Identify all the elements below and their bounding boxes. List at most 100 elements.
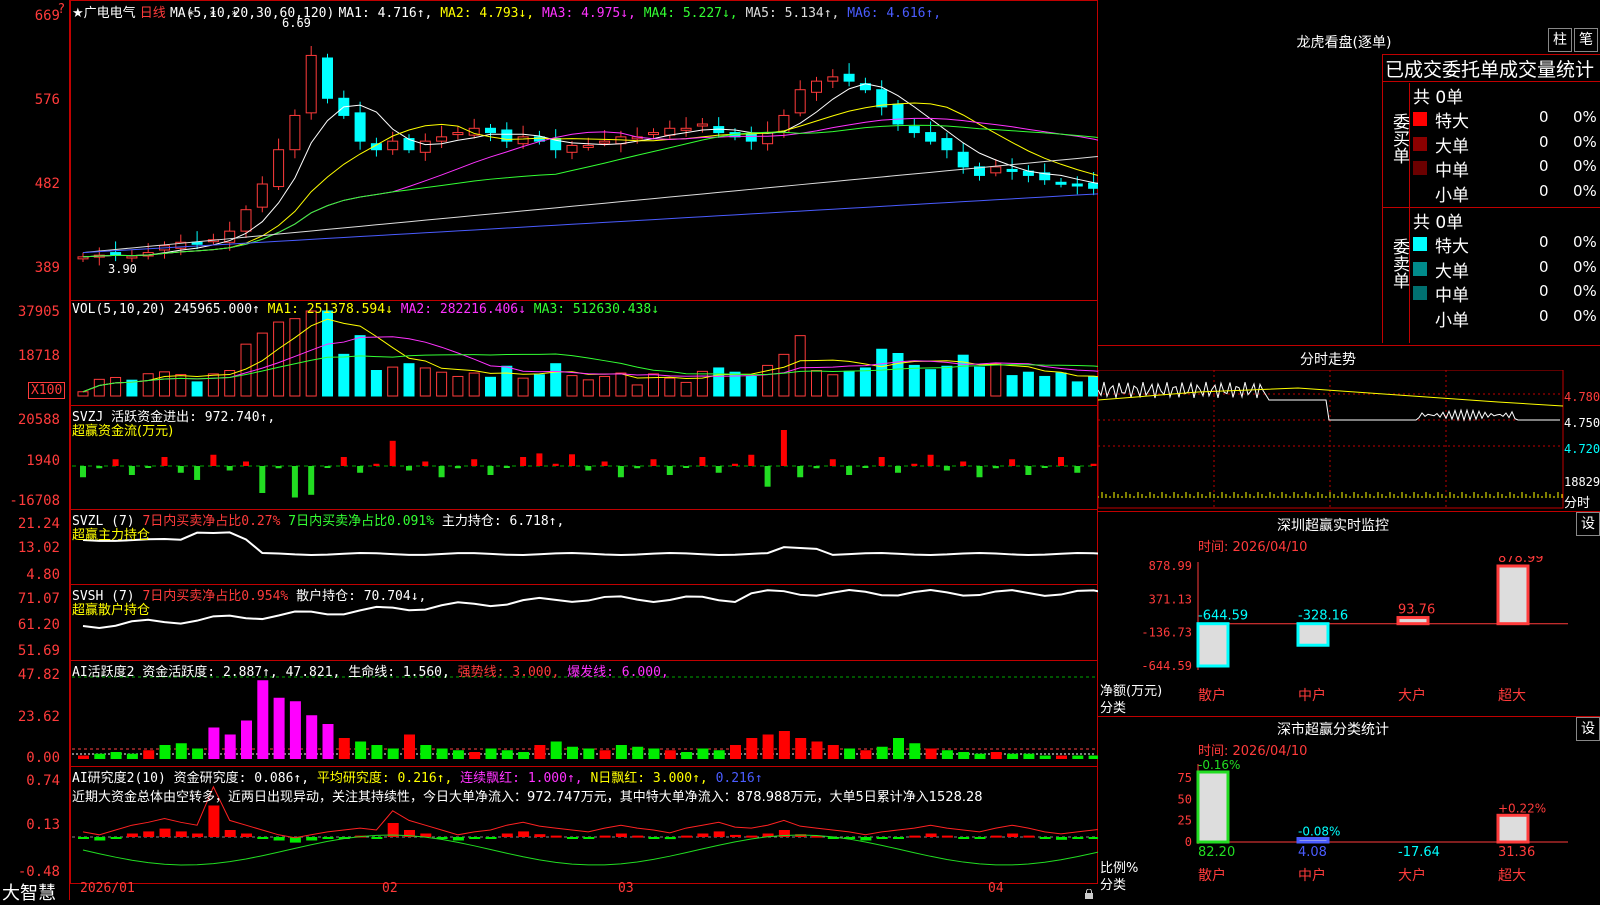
- intraday-axis-vol: 18829: [1564, 475, 1600, 489]
- volume-ma1: MA1: 251378.594↓: [267, 302, 393, 317]
- svzj-bar: [764, 466, 771, 487]
- ai-research-bar: [713, 831, 725, 837]
- ai-research-bar: [1007, 833, 1019, 837]
- period-label[interactable]: 日线: [140, 6, 166, 21]
- sell-count: 0: [1539, 282, 1549, 300]
- monitor-value-label: -328.16: [1298, 609, 1348, 624]
- svzj-bar: [194, 466, 201, 480]
- date-axis-apr: 04: [988, 881, 1004, 896]
- sell-group-text: 委卖单: [1389, 238, 1409, 289]
- chart-category-label: 中户: [1298, 687, 1326, 704]
- ai-active-axis-mid: 23.62: [17, 709, 60, 725]
- sz-monitor-title: 深圳超赢实时监控: [1277, 518, 1389, 534]
- volume-bar: [990, 363, 1002, 397]
- intraday-chart[interactable]: [1098, 370, 1600, 510]
- svzj-bar: [569, 454, 575, 466]
- svzj-bar: [846, 466, 853, 475]
- svzj-bar: [797, 466, 804, 478]
- volume-bar: [77, 391, 89, 397]
- svzl-subtitle: 超赢主力持仓: [72, 528, 151, 543]
- ai-active-bar: [762, 734, 774, 759]
- sz-monitor-chart: 878.99 371.13 -136.73 -644.59 散户 中户 大户 超大 -644.5…: [1141, 556, 1568, 704]
- volume-bar: [778, 353, 790, 397]
- stock-name[interactable]: ★广电电气: [72, 6, 136, 21]
- ai-research-consec: 连续飘红: 1.000↑,: [460, 771, 583, 786]
- ai-research-bar: [941, 835, 953, 838]
- svzj-bar: [552, 463, 559, 466]
- volume-title: VOL(5,10,20): [72, 302, 166, 317]
- volume-bar: [110, 376, 122, 397]
- volume-bar: [1006, 375, 1018, 397]
- volume-value: 245965.000↑: [173, 302, 260, 317]
- sz-monitor-sep: [1098, 511, 1600, 512]
- chart-category-label: 散户: [1198, 687, 1226, 704]
- footer-brand[interactable]: 大智慧: [2, 879, 56, 905]
- ma-value-1: MA1: 4.716↑,: [338, 6, 433, 21]
- ai-active-bar: [322, 724, 334, 759]
- volume-bar: [322, 310, 333, 397]
- svzj-bar: [650, 459, 657, 466]
- ai-active-bar: [192, 748, 204, 759]
- price-axis-482: 482: [34, 176, 60, 192]
- monitor-bar: [1496, 564, 1530, 626]
- ai-research-avg: 平均研究度: 0.216↑,: [316, 771, 453, 786]
- ai-active-bar: [78, 755, 89, 759]
- svzj-bar: [243, 461, 249, 466]
- ai-active-bar: [941, 750, 953, 759]
- ai-research-bar: [371, 837, 383, 839]
- ai-research-bar: [322, 837, 334, 839]
- svzj-bar: [357, 466, 364, 473]
- buy-group-label: 委买单: [1383, 83, 1410, 207]
- sz-class-sep: [1098, 716, 1600, 717]
- buy-count: 0: [1539, 157, 1549, 175]
- main-chart-area[interactable]: 669 576 482 389 ★广电电气 日线 MA(5,10,20,30,6…: [0, 0, 1098, 904]
- chart-category-label: 超大: [1498, 688, 1526, 704]
- ai-active-bar: [1072, 755, 1084, 759]
- ai-active-bar: [534, 745, 546, 759]
- ai-active-title: AI活跃度2 资金活跃度: 2.887↑, 47.821,: [72, 665, 341, 680]
- volume-unit[interactable]: X100: [28, 382, 66, 399]
- ma-value-6: MA6: 4.616↑,: [839, 6, 942, 21]
- svzj-bar: [487, 466, 494, 475]
- ai-research-axis-low: -0.48: [17, 864, 60, 880]
- price-ma-line: [82, 83, 1098, 258]
- sz-class-time: 时间: 2026/04/10: [1198, 744, 1308, 759]
- volume-bar: [925, 369, 937, 397]
- buy-pct: 0%: [1573, 108, 1597, 126]
- sz-class-settings-button[interactable]: 设: [1576, 717, 1600, 741]
- class-bar: [1196, 770, 1230, 844]
- sell-swatch: [1413, 237, 1427, 251]
- ai-active-bar: [501, 750, 513, 759]
- volume-bar: [273, 321, 285, 397]
- ai-active-bar: [452, 750, 464, 759]
- date-axis-mar: 03: [618, 881, 634, 896]
- svzj-bar: [177, 466, 184, 473]
- volume-bar: [713, 367, 725, 397]
- ai-active-bar: [1039, 755, 1051, 759]
- price-candle: [957, 151, 969, 168]
- volume-bar: [1022, 371, 1034, 397]
- svzj-bar: [112, 459, 119, 466]
- tick-view-button[interactable]: 笔: [1574, 28, 1598, 52]
- volume-bar: [664, 377, 676, 397]
- bar-view-button[interactable]: 柱: [1548, 28, 1572, 52]
- sz-monitor-settings-button[interactable]: 设: [1576, 512, 1600, 536]
- ai-active-bar: [94, 753, 106, 759]
- question-mark[interactable]: ?: [58, 2, 65, 17]
- sell-count: 0: [1539, 257, 1549, 276]
- volume-bar: [403, 363, 415, 397]
- svzj-axis-low: -16708: [9, 493, 60, 509]
- lock-icon[interactable]: [1084, 884, 1094, 899]
- price-candle: [485, 127, 496, 134]
- order-stat-title: 已成交委托单成交量统计: [1385, 59, 1595, 81]
- ai-research-nday: N日飘红: 3.000↑,: [590, 771, 708, 786]
- ai-research-bar: [208, 805, 220, 837]
- ai-active-bar: [925, 748, 937, 759]
- ai-research-bar: [94, 837, 106, 841]
- ai-active-bar: [224, 734, 236, 759]
- class-top-label: +0.22%: [1498, 801, 1546, 815]
- svzj-bar: [438, 466, 445, 478]
- svzj-bar: [373, 463, 380, 466]
- sell-total: 共 0单: [1413, 213, 1464, 233]
- volume-header: VOL(5,10,20) 245965.000↑ MA1: 251378.594…: [72, 302, 659, 317]
